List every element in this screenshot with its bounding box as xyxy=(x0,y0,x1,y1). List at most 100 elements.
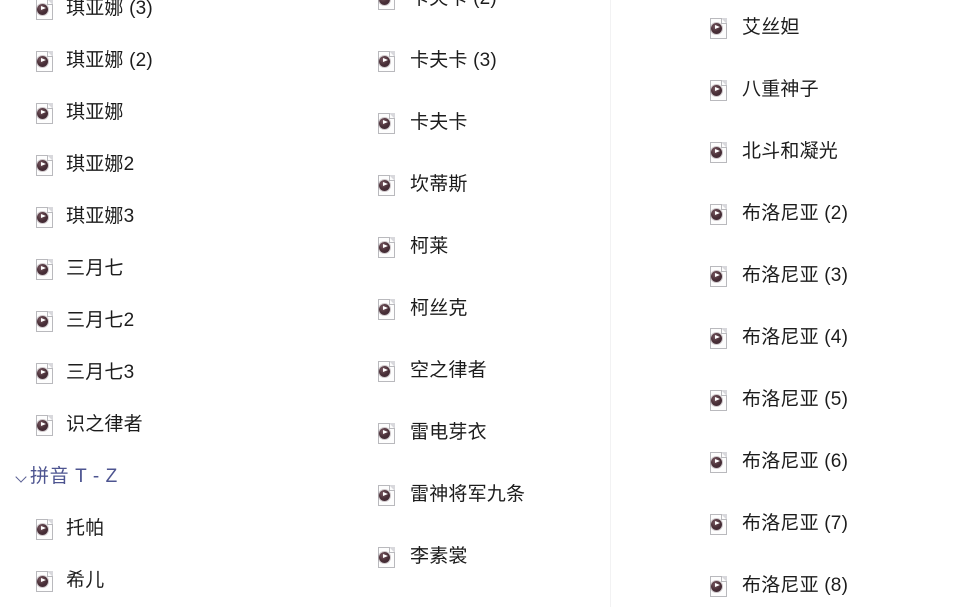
video-file-icon xyxy=(378,112,395,134)
list-item-label: 琪亚娜3 xyxy=(66,206,135,227)
list-item-label: 柯丝克 xyxy=(410,298,468,319)
list-item[interactable]: 雷神将军九条 xyxy=(360,480,525,510)
list-item-label: 柯莱 xyxy=(410,236,449,257)
list-item-label: 北斗和凝光 xyxy=(742,141,839,162)
video-file-icon xyxy=(378,50,395,72)
video-file-icon xyxy=(36,206,53,228)
video-file-icon xyxy=(36,518,53,540)
list-item-label: 布洛尼亚 (6) xyxy=(742,451,849,472)
list-item[interactable]: 布洛尼亚 (8) xyxy=(690,571,848,601)
list-item[interactable]: 空之律者 xyxy=(360,356,487,386)
video-file-icon xyxy=(36,310,53,332)
list-item-label: 布洛尼亚 (3) xyxy=(742,265,849,286)
list-item[interactable]: 三月七3 xyxy=(0,358,134,388)
video-file-icon xyxy=(710,203,727,225)
list-item-label: 空之律者 xyxy=(410,360,487,381)
list-item[interactable]: 柯莱 xyxy=(360,232,448,262)
video-file-icon xyxy=(710,575,727,597)
list-item[interactable]: 卡夫卡 (3) xyxy=(360,46,497,76)
list-item-label: 布洛尼亚 (5) xyxy=(742,389,849,410)
list-item[interactable]: 三月七2 xyxy=(0,306,134,336)
list-item[interactable]: 托帕 xyxy=(0,514,104,544)
video-file-icon xyxy=(710,79,727,101)
list-item-label: 托帕 xyxy=(66,518,105,539)
video-file-icon xyxy=(710,141,727,163)
video-file-icon xyxy=(378,174,395,196)
list-item-label: 卡夫卡 (2) xyxy=(410,0,497,10)
video-file-icon xyxy=(710,327,727,349)
video-file-icon xyxy=(36,258,53,280)
video-file-icon xyxy=(710,389,727,411)
video-file-icon xyxy=(378,360,395,382)
video-file-icon xyxy=(378,484,395,506)
tree-group-header[interactable]: 拼音 T - Z xyxy=(0,462,118,492)
file-explorer-list: 琪亚娜 (3) 琪亚娜 (2) 琪亚娜琪亚娜2 琪亚娜3 三月七三月七2 三月七3 识之律者… xyxy=(0,0,972,607)
list-item[interactable]: 三月七 xyxy=(0,254,124,284)
list-item[interactable]: 琪亚娜 (3) xyxy=(0,0,153,24)
list-item[interactable]: 坎蒂斯 xyxy=(360,170,468,200)
video-file-icon xyxy=(710,513,727,535)
list-item-label: 三月七2 xyxy=(66,310,135,331)
list-column-2: 卡夫卡 (2) 卡夫卡 (3) 卡夫卡坎蒂斯柯莱柯丝克空之律者雷电芽衣雷神将军九条李… xyxy=(360,0,680,607)
list-item[interactable]: 柯丝克 xyxy=(360,294,468,324)
list-item[interactable]: 卡夫卡 xyxy=(360,108,468,138)
video-file-icon xyxy=(36,570,53,592)
list-item-label: 雷电芽衣 xyxy=(410,422,487,443)
chevron-down-icon[interactable] xyxy=(14,469,30,485)
list-item-label: 希儿 xyxy=(66,570,105,591)
list-item-label: 三月七3 xyxy=(66,362,135,383)
list-item-label: 三月七 xyxy=(66,258,124,279)
list-item[interactable]: 雷电芽衣 xyxy=(360,418,487,448)
list-item-label: 琪亚娜 (3) xyxy=(66,0,153,19)
list-item-label: 琪亚娜 (2) xyxy=(66,50,153,71)
list-item-label: 布洛尼亚 (2) xyxy=(742,203,849,224)
list-item-label: 布洛尼亚 (8) xyxy=(742,575,849,596)
list-item-label: 雷神将军九条 xyxy=(410,484,526,505)
video-file-icon xyxy=(378,546,395,568)
list-item[interactable]: 布洛尼亚 (2) xyxy=(690,199,848,229)
list-item-label: 识之律者 xyxy=(66,414,143,435)
video-file-icon xyxy=(36,50,53,72)
list-item-label: 琪亚娜2 xyxy=(66,154,135,175)
list-item-label: 布洛尼亚 (7) xyxy=(742,513,849,534)
video-file-icon xyxy=(378,0,395,10)
list-item[interactable]: 布洛尼亚 (3) xyxy=(690,261,848,291)
list-item[interactable]: 识之律者 xyxy=(0,410,143,440)
list-item[interactable]: 卡夫卡 (2) xyxy=(360,0,497,14)
list-item[interactable]: 艾丝妲 xyxy=(690,13,800,43)
list-item-label: 卡夫卡 xyxy=(410,112,468,133)
video-file-icon xyxy=(36,102,53,124)
list-item[interactable]: 北斗和凝光 xyxy=(690,137,838,167)
video-file-icon xyxy=(378,236,395,258)
list-item-label: 布洛尼亚 (4) xyxy=(742,327,849,348)
video-file-icon xyxy=(378,298,395,320)
list-item[interactable]: 李素裳 xyxy=(360,542,468,572)
list-item-label: 艾丝妲 xyxy=(742,17,800,38)
list-item-label: 卡夫卡 (3) xyxy=(410,50,497,71)
video-file-icon xyxy=(36,0,53,20)
list-column-1: 琪亚娜 (3) 琪亚娜 (2) 琪亚娜琪亚娜2 琪亚娜3 三月七三月七2 三月七3 识之律者… xyxy=(0,0,340,607)
video-file-icon xyxy=(378,422,395,444)
tree-group-label: 拼音 T - Z xyxy=(30,466,118,487)
list-item-label: 八重神子 xyxy=(742,79,819,100)
video-file-icon xyxy=(710,17,727,39)
list-item[interactable]: 布洛尼亚 (5) xyxy=(690,385,848,415)
list-item[interactable]: 布洛尼亚 (4) xyxy=(690,323,848,353)
list-item-label: 坎蒂斯 xyxy=(410,174,468,195)
list-item[interactable]: 希儿 xyxy=(0,566,104,596)
list-item-label: 琪亚娜 xyxy=(66,102,124,123)
video-file-icon xyxy=(36,154,53,176)
list-column-3: 艾丝妲八重神子北斗和凝光布洛尼亚 (2) 布洛尼亚 (3) 布洛尼亚 (4) 布洛尼亚… xyxy=(690,0,972,607)
video-file-icon xyxy=(710,265,727,287)
video-file-icon xyxy=(36,362,53,384)
list-item[interactable]: 八重神子 xyxy=(690,75,819,105)
list-item[interactable]: 琪亚娜 (2) xyxy=(0,46,153,76)
list-item[interactable]: 布洛尼亚 (6) xyxy=(690,447,848,477)
video-file-icon xyxy=(710,451,727,473)
list-item[interactable]: 琪亚娜2 xyxy=(0,150,134,180)
list-item[interactable]: 琪亚娜3 xyxy=(0,202,134,232)
list-item-label: 李素裳 xyxy=(410,546,468,567)
video-file-icon xyxy=(36,414,53,436)
list-item[interactable]: 布洛尼亚 (7) xyxy=(690,509,848,539)
list-item[interactable]: 琪亚娜 xyxy=(0,98,124,128)
